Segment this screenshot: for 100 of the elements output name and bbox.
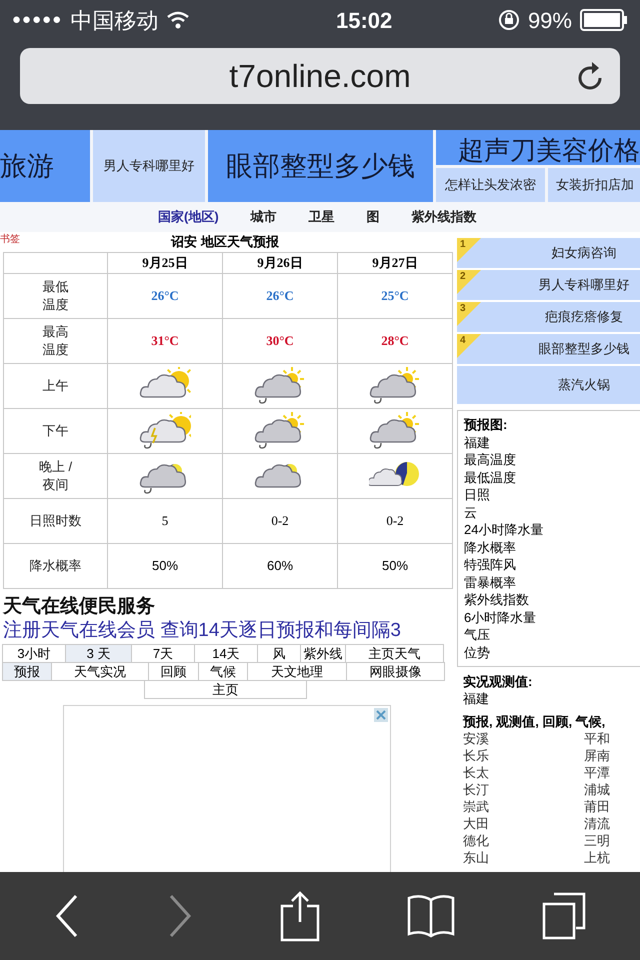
- rank-number: 2: [460, 270, 466, 284]
- rank-corner-icon: [457, 302, 481, 326]
- city-link[interactable]: 三明: [584, 832, 640, 849]
- promo-link[interactable]: 注册天气在线会员 查询14天逐日预报和每间隔3: [3, 619, 453, 643]
- table-cell: 0-2: [222, 498, 338, 544]
- battery-icon: [580, 9, 628, 31]
- table-cell: 50%: [108, 544, 222, 588]
- map-link[interactable]: 紫外线指数: [464, 591, 640, 608]
- section-heading: 天气在线便民服务: [3, 595, 156, 619]
- table-cell: 31°C: [108, 318, 222, 364]
- share-icon[interactable]: [280, 890, 320, 942]
- city-link[interactable]: 长汀: [463, 781, 584, 798]
- reload-icon[interactable]: [576, 61, 604, 91]
- ad-link[interactable]: 女装折扣店加: [548, 168, 640, 202]
- city-link[interactable]: 安溪: [463, 730, 584, 747]
- map-link[interactable]: 福建: [464, 434, 640, 451]
- date-header: 9月27日: [338, 252, 452, 274]
- ad-link[interactable]: 男人专科哪里好: [93, 130, 205, 202]
- city-link[interactable]: 平潭: [584, 764, 640, 781]
- row-label: 降水概率: [4, 544, 108, 588]
- date-header: 9月26日: [222, 252, 338, 274]
- menu-tab[interactable]: 主页天气: [345, 644, 444, 663]
- rank-corner-icon: [457, 270, 481, 294]
- map-link[interactable]: 位势: [464, 644, 640, 661]
- date-header: 9月25日: [108, 252, 222, 274]
- nav-link[interactable]: 图: [366, 207, 380, 227]
- menu-tab[interactable]: 预报: [2, 662, 52, 681]
- rank-number: 4: [460, 334, 466, 348]
- menu-tab[interactable]: 网眼摄像: [346, 662, 445, 681]
- city-link[interactable]: 浦城: [584, 781, 640, 798]
- panel-heading: 预报图:: [464, 416, 508, 434]
- row-label: 日照时数: [4, 498, 108, 544]
- city-link[interactable]: 大田: [463, 815, 584, 832]
- row-label: 晚上 / 夜间: [4, 454, 108, 498]
- city-link[interactable]: 长乐: [463, 747, 584, 764]
- map-link[interactable]: 云: [464, 504, 640, 521]
- rank-corner-icon: [457, 238, 481, 262]
- back-icon[interactable]: [54, 894, 80, 938]
- city-link[interactable]: 东山: [463, 849, 584, 866]
- menu-tab[interactable]: 主页: [144, 680, 307, 699]
- table-cell: 50%: [338, 544, 452, 588]
- ad-link[interactable]: 眼部整型多少钱: [208, 130, 433, 202]
- city-link[interactable]: 崇武: [463, 798, 584, 815]
- menu-tab[interactable]: 风: [257, 644, 301, 663]
- map-link[interactable]: 特强阵风: [464, 556, 640, 574]
- row-label: 最低 温度: [4, 274, 108, 318]
- map-link[interactable]: 雷暴概率: [464, 574, 640, 591]
- nav-link[interactable]: 国家(地区): [158, 207, 219, 227]
- menu-tab[interactable]: 紫外线: [300, 644, 346, 663]
- row-label: 最高 温度: [4, 318, 108, 364]
- address-bar[interactable]: t7online.com: [20, 48, 620, 104]
- row-label: 下午: [4, 408, 108, 454]
- tabs-icon[interactable]: [542, 892, 586, 940]
- map-link[interactable]: 24小时降水量: [464, 521, 640, 538]
- ad-link[interactable]: 旅游: [0, 130, 90, 202]
- ad-link[interactable]: 超声刀美容价格: [436, 130, 640, 165]
- book-icon[interactable]: [407, 894, 456, 938]
- map-link[interactable]: 最高温度: [464, 451, 640, 468]
- panel-heading: 预报, 观测值, 回顾, 气候,: [463, 713, 606, 730]
- rank-number: 1: [460, 238, 466, 252]
- map-link[interactable]: 气压: [464, 626, 640, 644]
- table-cell: 25°C: [338, 274, 452, 318]
- city-link[interactable]: 莆田: [584, 798, 640, 815]
- battery-percent: 99%: [528, 6, 572, 34]
- table-cell: 30°C: [222, 318, 338, 364]
- map-link[interactable]: 日照: [464, 486, 640, 504]
- signal-dots: ●●●●●: [12, 10, 62, 30]
- city-link[interactable]: 屏南: [584, 747, 640, 764]
- observation-link[interactable]: 福建: [463, 690, 640, 707]
- city-link[interactable]: 上杭: [584, 849, 640, 866]
- nav-link[interactable]: 卫星: [308, 207, 335, 227]
- ad-link[interactable]: 蒸汽火锅: [457, 366, 640, 404]
- city-link[interactable]: 德化: [463, 832, 584, 849]
- table-cell: 0-2: [338, 498, 452, 544]
- city-link[interactable]: 平和: [584, 730, 640, 747]
- wifi-icon: [166, 11, 190, 29]
- city-link[interactable]: 长太: [463, 764, 584, 781]
- city-link[interactable]: 清流: [584, 815, 640, 832]
- bookmark-link[interactable]: 书签: [0, 232, 24, 252]
- rank-number: 3: [460, 302, 466, 316]
- ad-link[interactable]: 2 男人专科哪里好: [457, 270, 640, 300]
- nav-link[interactable]: 城市: [250, 207, 277, 227]
- rank-corner-icon: [457, 334, 481, 358]
- table-cell: 28°C: [338, 318, 452, 364]
- table-cell: 5: [108, 498, 222, 544]
- ad-link[interactable]: 怎样让头发浓密: [436, 168, 545, 202]
- table-cell: 60%: [222, 544, 338, 588]
- menu-tab[interactable]: 3 天: [65, 644, 132, 663]
- ad-link[interactable]: 1 妇女病咨询: [457, 238, 640, 268]
- ad-link[interactable]: 3 疤痕疙瘩修复: [457, 302, 640, 332]
- menu-tab[interactable]: 3小时: [2, 644, 66, 663]
- nav-link[interactable]: 紫外线指数: [412, 207, 477, 227]
- map-link[interactable]: 最低温度: [464, 468, 640, 486]
- row-label: 上午: [4, 364, 108, 408]
- table-cell: 26°C: [222, 274, 338, 318]
- weather-icon: [254, 367, 306, 405]
- carrier-name: 中国移动: [70, 6, 158, 34]
- map-link[interactable]: 6小时降水量: [464, 608, 640, 626]
- map-link[interactable]: 降水概率: [464, 538, 640, 556]
- ad-link[interactable]: 4 眼部整型多少钱: [457, 334, 640, 364]
